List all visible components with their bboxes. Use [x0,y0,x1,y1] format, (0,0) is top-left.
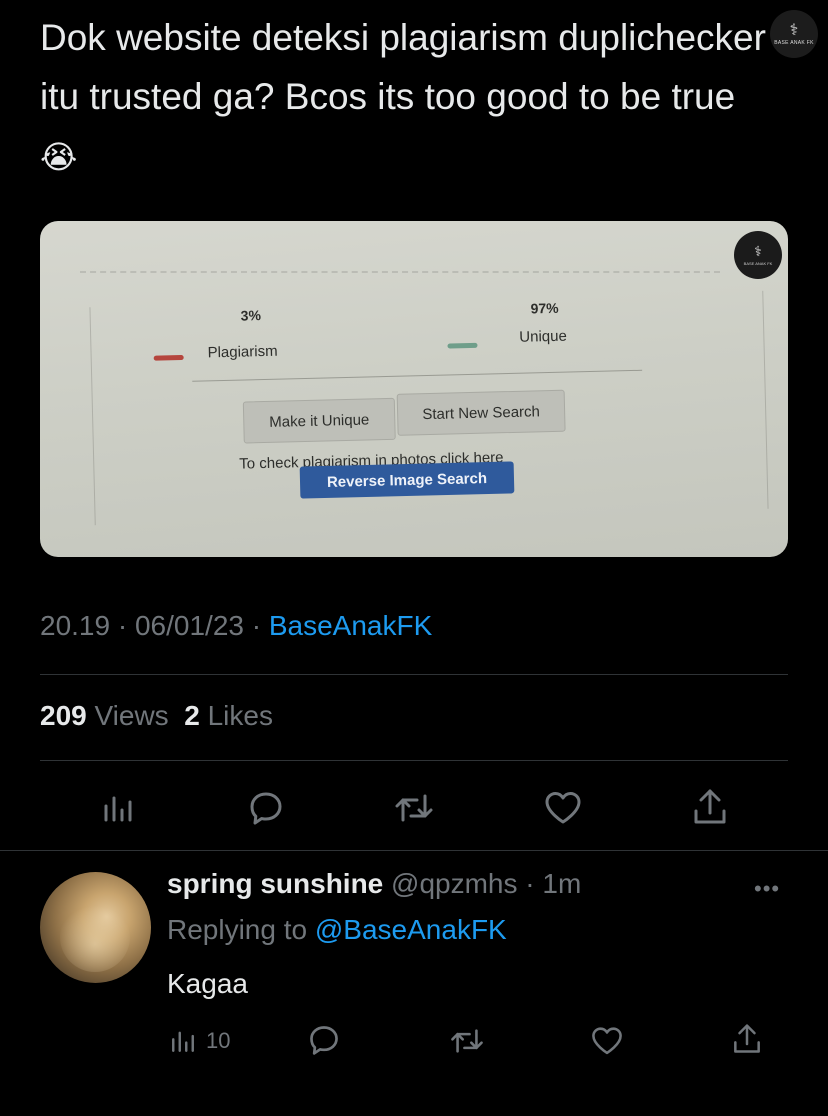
replying-prefix: Replying to [167,914,308,945]
reply-header: spring sunshine @qpzmhs · 1m [167,868,582,899]
likes-label[interactable]: Likes [208,700,273,731]
panel-divider [192,369,643,382]
reply-analytics-button[interactable]: 10 [170,1026,230,1056]
tweet-meta: 20.19 · 06/01/23 · BaseAnakFK [40,610,433,641]
crying-emoji: 😭 [40,138,78,176]
photo-watermark-logo: ⚕ BASE ANAK FK [734,231,782,279]
reply-handle[interactable]: @qpzmhs [391,868,517,899]
reply-time: 1m [542,868,582,899]
tweet-body: Dok website deteksi plagiarism duplichec… [40,17,766,117]
tweet-stats: 209 Views 2 Likes [40,700,273,732]
like-icon[interactable] [588,1024,626,1058]
divider [40,760,788,761]
watermark-logo: ⚕ BASE ANAK FK [770,10,818,58]
unique-percent: 97% [530,299,559,317]
photo-watermark-text: BASE ANAK FK [743,260,773,266]
like-icon[interactable] [542,788,584,828]
analytics-icon [172,1031,194,1052]
plagiarism-swatch [153,354,184,361]
share-icon[interactable] [730,1020,764,1058]
replying-to: Replying to @BaseAnakFK [167,914,507,946]
tweet-date: 06/01/23 [134,610,244,641]
analytics-icon[interactable] [98,790,138,826]
unique-label: Unique [519,327,568,346]
reply-views-count: 10 [206,1028,231,1053]
likes-count[interactable]: 2 [184,700,200,731]
divider [0,850,828,851]
plagiarism-label: Plagiarism [207,342,278,362]
reverse-image-search-button: Reverse Image Search [299,461,515,499]
caduceus-icon: ⚕ [789,20,799,39]
watermark-logo-text: BASE ANAK FK [774,40,814,46]
tweet-time: 20.19 [40,610,111,641]
views-label: Views [94,700,169,731]
tweet-photo[interactable]: 3% Plagiarism 97% Unique Make it Unique … [40,221,788,557]
reply-text: Kagaa [167,968,248,999]
share-icon[interactable] [690,786,730,828]
divider [40,674,788,675]
retweet-icon[interactable] [393,788,435,828]
make-unique-button: Make it Unique [242,397,396,444]
plagiarism-percent: 3% [240,307,262,324]
unique-swatch [447,342,478,349]
caduceus-icon: ⚕ [754,243,762,260]
reply-icon[interactable] [306,1022,342,1058]
retweet-icon[interactable] [448,1024,486,1058]
views-count: 209 [40,700,87,731]
tweet-text: Dok website deteksi plagiarism duplichec… [40,8,770,187]
replying-handle-link[interactable]: @BaseAnakFK [315,914,507,945]
tweet-source-link[interactable]: BaseAnakFK [269,610,432,641]
more-options-icon[interactable]: ••• [754,876,780,902]
reply-icon[interactable] [246,788,286,828]
avatar-photo [60,902,130,972]
reply-display-name[interactable]: spring sunshine [167,868,383,899]
start-new-search-button: Start New Search [396,389,566,436]
avatar[interactable] [40,872,151,983]
